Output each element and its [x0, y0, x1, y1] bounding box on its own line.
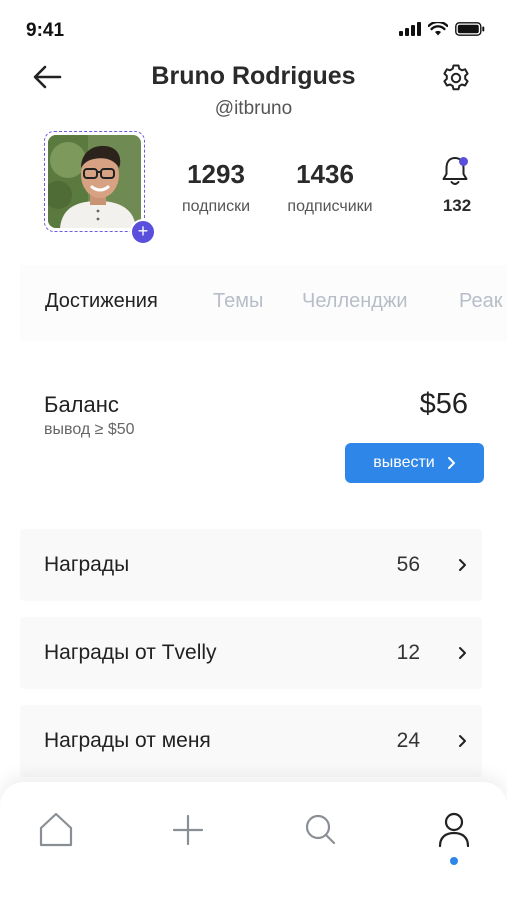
active-nav-indicator — [450, 857, 458, 865]
add-photo-button[interactable]: + — [130, 219, 156, 245]
avatar-photo — [48, 135, 141, 228]
settings-button[interactable] — [440, 62, 472, 94]
status-icons — [399, 22, 485, 36]
profile-name: Bruno Rodrigues — [151, 62, 356, 90]
followers-count: 1436 — [296, 159, 354, 189]
bottom-nav — [0, 782, 507, 900]
rewards-row[interactable]: Награды 56 — [20, 529, 482, 601]
balance-amount: $56 — [419, 388, 468, 420]
rewards-tvelly-label: Награды от Tvelly — [44, 641, 217, 664]
avatar[interactable] — [44, 131, 145, 232]
plus-icon: + — [137, 221, 149, 241]
cellular-signal-icon — [399, 22, 421, 36]
rewards-value: 56 — [396, 553, 420, 576]
tab-achievements[interactable]: Достижения — [45, 290, 158, 313]
rewards-from-me-label: Награды от меня — [44, 729, 211, 752]
wifi-icon — [428, 22, 448, 36]
balance-subtitle: вывод ≥ $50 — [44, 421, 135, 438]
status-time: 9:41 — [26, 20, 65, 41]
balance-title: Баланс — [44, 392, 119, 417]
rewards-tvelly-value: 12 — [396, 641, 420, 664]
home-icon — [39, 812, 73, 847]
nav-search[interactable] — [300, 808, 340, 852]
nav-profile[interactable] — [434, 808, 474, 852]
following-label[interactable]: подписки — [166, 198, 266, 216]
nav-home[interactable] — [36, 808, 76, 852]
followers-label[interactable]: подписчики — [272, 198, 388, 216]
gear-icon — [443, 64, 469, 91]
battery-icon — [455, 22, 485, 36]
following-count: 1293 — [187, 159, 245, 189]
notifications-count: 132 — [442, 196, 472, 215]
rewards-label: Награды — [44, 553, 130, 576]
chevron-right-icon — [459, 559, 466, 571]
profile-icon — [438, 812, 470, 848]
search-icon — [305, 814, 336, 845]
tab-challenges[interactable]: Челленджи — [302, 290, 408, 313]
notification-dot — [459, 157, 468, 166]
withdraw-label: вывести — [373, 454, 435, 471]
rewards-from-me-row[interactable]: Награды от меня 24 — [20, 705, 482, 777]
tab-reactions[interactable]: Реак — [459, 290, 502, 313]
rewards-tvelly-row[interactable]: Награды от Tvelly 12 — [20, 617, 482, 689]
plus-icon — [172, 814, 204, 846]
nav-create[interactable] — [168, 808, 208, 852]
chevron-right-icon — [459, 735, 466, 747]
chevron-right-icon — [459, 647, 466, 659]
chevron-right-icon — [447, 457, 455, 469]
withdraw-button[interactable]: вывести — [345, 443, 484, 483]
rewards-from-me-value: 24 — [396, 729, 420, 752]
profile-handle: @itbruno — [214, 98, 293, 119]
tab-topics[interactable]: Темы — [213, 290, 263, 313]
